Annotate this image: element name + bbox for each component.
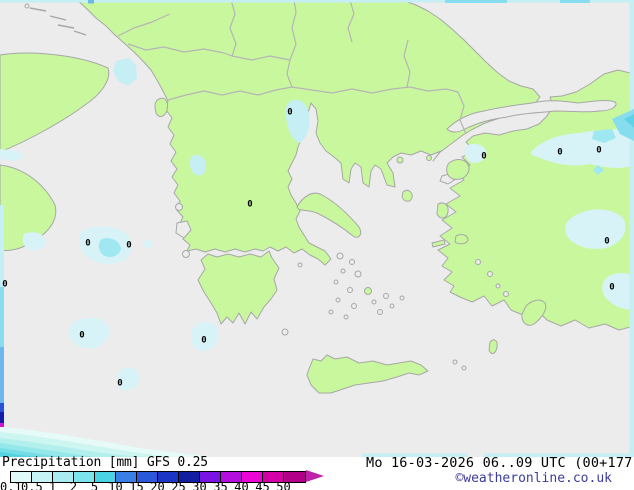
colorbar-tick-label: 15 — [129, 480, 144, 490]
precip-value-label: 0 — [287, 107, 293, 118]
precip-value-label: 0 — [247, 199, 253, 210]
map-area: 0 0 0 0 0 0 0 0 0 0 0 0 0 — [0, 0, 634, 457]
island-samos — [454, 234, 469, 245]
precip-value-label: 0 — [2, 279, 8, 290]
precip-value-label: 0 — [604, 236, 610, 247]
island-chios — [436, 202, 449, 219]
precip-value-label: 0 — [85, 238, 91, 249]
island-lesbos — [446, 159, 470, 180]
colorbar-tick-labels: 0.1 0.5 1 2 5 10 15 20 25 30 35 40 45 50 — [0, 480, 294, 490]
colorbar-arrow-icon — [306, 470, 324, 482]
precip-value-label: 0 — [481, 151, 487, 162]
precip-ionian-dot — [144, 240, 152, 248]
island-kasos — [452, 359, 458, 365]
island-thasos — [396, 156, 404, 164]
island-karpathos — [488, 339, 498, 355]
island-skyros — [401, 189, 413, 202]
colorbar-tick-label: 40 — [234, 480, 249, 490]
precip-value-label: 0 — [609, 282, 615, 293]
colorbar-tick-label: 5 — [90, 480, 99, 490]
island-lefkada — [175, 203, 183, 211]
forecast-datetime: Mo 16-03-2026 06..09 UTC (00+177 — [366, 455, 633, 471]
colorbar-tick-label: 50 — [276, 480, 291, 490]
colorbar-tick-label: 45 — [255, 480, 270, 490]
colorbar-tick-label: 1 — [48, 480, 57, 490]
island-corfu — [154, 97, 168, 118]
colorbar-tick-label: 10 — [108, 480, 123, 490]
precip-value-label: 0 — [117, 378, 123, 389]
colorbar-tick-label: 2 — [69, 480, 78, 490]
weather-map-page: 0 0 0 0 0 0 0 0 0 0 0 0 0 Precipitation … — [0, 0, 634, 490]
island-kythera — [281, 328, 289, 336]
island-zakynthos — [182, 250, 190, 258]
precip-value-label: 0 — [201, 335, 207, 346]
precip-value-label: 0 — [79, 330, 85, 341]
precip-top-edge — [0, 0, 634, 3]
precip-right-edge — [629, 0, 634, 457]
colorbar-tick-label: 30 — [192, 480, 207, 490]
island-samothrace — [426, 155, 432, 161]
colorbar-tick-label: 35 — [213, 480, 228, 490]
precipitation-map-svg — [0, 0, 634, 457]
precip-value-label: 0 — [596, 145, 602, 156]
precip-value-label: 0 — [126, 240, 132, 251]
precip-left-edge — [0, 205, 4, 427]
legend-title: Precipitation [mm] GFS 0.25 — [2, 455, 208, 470]
copyright-link[interactable]: ©weatheronline.co.uk — [455, 471, 612, 486]
precip-value-label: 0 — [557, 147, 563, 158]
colorbar-tick-label: 0.1 — [0, 480, 22, 490]
colorbar-tick-label: 0.5 — [21, 480, 43, 490]
colorbar-tick-label: 25 — [171, 480, 186, 490]
colorbar-tick-label: 20 — [150, 480, 165, 490]
